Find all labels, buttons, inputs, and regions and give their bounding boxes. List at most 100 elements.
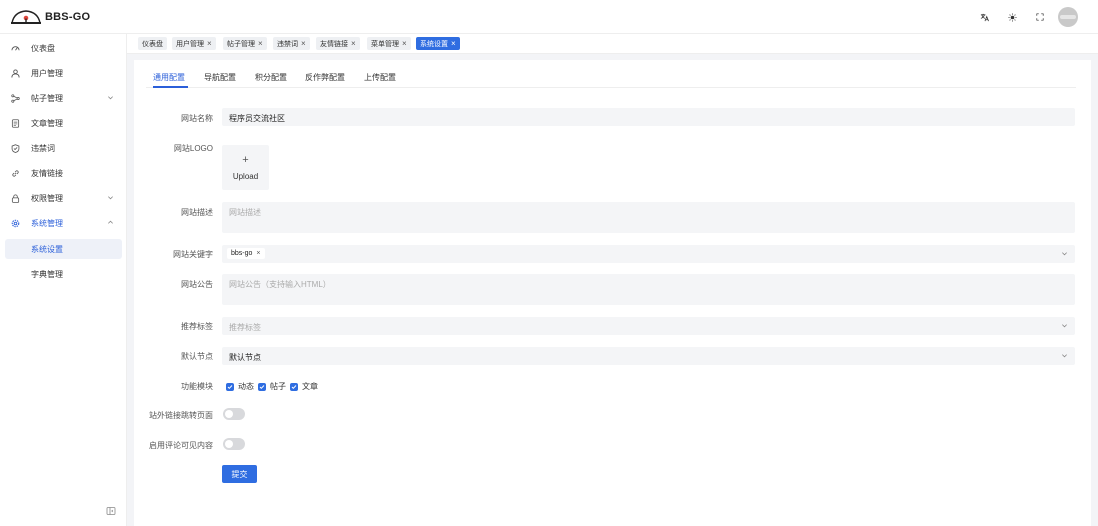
app-title: BBS-GO: [45, 11, 91, 23]
comment-visible-switch[interactable]: [223, 438, 245, 450]
check-icon: [227, 384, 233, 389]
comment-visible-label: 启用评论可见内容: [149, 441, 213, 450]
checkbox-moments[interactable]: [226, 382, 234, 391]
sidebar-item-users[interactable]: 用户管理: [5, 63, 122, 83]
tab-forbidden-words[interactable]: 违禁词 ×: [273, 37, 310, 50]
document-icon: [11, 118, 20, 128]
default-node-value: 默认节点: [229, 353, 261, 362]
external-link-label: 站外链接跳转页面: [149, 411, 213, 420]
check-icon: [259, 384, 265, 389]
sidebar-item-forbidden-words[interactable]: 违禁词: [5, 138, 122, 158]
sidebar-item-label: 违禁词: [31, 143, 55, 153]
theme-sun-icon[interactable]: [998, 7, 1026, 27]
tab-system-settings[interactable]: 系统设置 ×: [416, 37, 460, 50]
sidebar-item-system-settings[interactable]: 系统设置: [5, 239, 122, 259]
recommend-tags-label: 推荐标签: [181, 322, 213, 331]
chevron-down-icon: [1062, 252, 1067, 256]
tab-label: 菜单管理: [371, 40, 399, 48]
close-icon[interactable]: ×: [451, 39, 456, 48]
sidebar-item-links[interactable]: 友情链接: [5, 163, 122, 183]
sidebar-item-label: 仪表盘: [31, 43, 55, 53]
sidebar-item-label: 字典管理: [31, 269, 63, 279]
default-node-select[interactable]: 默认节点: [222, 347, 1075, 365]
checkbox-topics[interactable]: [258, 382, 266, 391]
tab-anti-cheat[interactable]: 反作弊配置: [305, 72, 345, 83]
tab-links[interactable]: 友情链接 ×: [316, 37, 360, 50]
share-icon: [11, 93, 20, 103]
sidebar-item-articles[interactable]: 文章管理: [5, 113, 122, 133]
tab-topics[interactable]: 帖子管理 ×: [223, 37, 267, 50]
chevron-down-icon: [1062, 324, 1067, 328]
sidebar-item-label: 用户管理: [31, 68, 63, 78]
site-notice-textarea[interactable]: 网站公告（支持输入HTML）: [222, 274, 1075, 305]
close-icon[interactable]: ×: [402, 39, 407, 48]
chevron-down-icon: [108, 96, 113, 100]
checkbox-articles[interactable]: [290, 382, 298, 391]
tab-label: 违禁词: [277, 40, 298, 48]
checkbox-label: 文章: [302, 382, 318, 391]
dashboard-icon: [11, 44, 20, 53]
active-tab-indicator: [153, 86, 188, 88]
plus-icon: +: [242, 154, 249, 166]
close-icon[interactable]: ×: [207, 39, 212, 48]
user-icon: [11, 68, 20, 78]
close-icon[interactable]: ×: [301, 39, 306, 48]
modules-checkbox-group: 动态 帖子 文章: [226, 381, 322, 392]
sidebar-item-label: 权限管理: [31, 193, 63, 203]
close-icon[interactable]: ×: [258, 39, 263, 48]
sidebar-item-label: 帖子管理: [31, 93, 63, 103]
chevron-down-icon: [1062, 354, 1067, 358]
recommend-tags-placeholder: 推荐标签: [229, 323, 261, 332]
site-desc-textarea[interactable]: 网站描述: [222, 202, 1075, 233]
checkbox-label: 帖子: [270, 382, 286, 391]
tab-label: 系统设置: [420, 40, 448, 48]
sidebar-item-topics[interactable]: 帖子管理: [5, 88, 122, 108]
app-logo[interactable]: BBS-GO: [10, 8, 90, 26]
tab-label: 友情链接: [320, 40, 348, 48]
sidebar: 仪表盘 用户管理 帖子管理 文章管理 违禁词 友情链接 权限管理 系统管理 系统…: [0, 34, 127, 526]
tab-dashboard[interactable]: 仪表盘: [138, 37, 167, 50]
site-desc-placeholder: 网站描述: [229, 208, 261, 217]
logo-upload-button[interactable]: + Upload: [222, 145, 269, 190]
site-logo-label: 网站LOGO: [173, 144, 213, 153]
user-avatar[interactable]: [1058, 7, 1078, 27]
site-name-input[interactable]: 程序员交流社区: [222, 108, 1075, 126]
tab-bar: 仪表盘 用户管理 × 帖子管理 × 违禁词 × 友情链接 × 菜单管理 × 系统设置 ×: [127, 34, 1098, 54]
external-link-switch[interactable]: [223, 408, 245, 420]
site-keywords-select[interactable]: bbs-go ×: [222, 245, 1075, 263]
sidebar-item-dictionary[interactable]: 字典管理: [5, 264, 122, 284]
site-notice-placeholder: 网站公告（支持输入HTML）: [229, 280, 331, 289]
recommend-tags-select[interactable]: 推荐标签: [222, 317, 1075, 335]
link-icon: [11, 169, 20, 178]
lock-icon: [11, 194, 20, 203]
translate-icon[interactable]: [970, 7, 998, 27]
submit-button[interactable]: 提交: [222, 465, 257, 483]
close-icon[interactable]: ×: [351, 39, 356, 48]
keyword-tag: bbs-go ×: [227, 248, 265, 259]
logo-icon: [11, 10, 41, 24]
tab-label: 仪表盘: [142, 40, 163, 48]
tab-upload[interactable]: 上传配置: [364, 72, 396, 83]
collapse-icon[interactable]: [106, 506, 116, 516]
tab-score[interactable]: 积分配置: [255, 72, 287, 83]
tab-users[interactable]: 用户管理 ×: [172, 37, 216, 50]
close-icon[interactable]: ×: [256, 250, 260, 257]
chevron-down-icon: [108, 196, 113, 200]
site-notice-label: 网站公告: [181, 280, 213, 289]
tab-navigation[interactable]: 导航配置: [204, 72, 236, 83]
modules-label: 功能模块: [181, 382, 213, 391]
sidebar-item-dashboard[interactable]: 仪表盘: [5, 38, 122, 58]
header-actions: [970, 7, 1078, 27]
site-desc-label: 网站描述: [181, 208, 213, 217]
sidebar-item-permissions[interactable]: 权限管理: [5, 188, 122, 208]
sidebar-item-label: 友情链接: [31, 168, 63, 178]
gear-icon: [11, 219, 20, 228]
sidebar-item-label: 文章管理: [31, 118, 63, 128]
site-name-label: 网站名称: [181, 114, 213, 123]
sidebar-item-system[interactable]: 系统管理: [5, 213, 122, 233]
tab-label: 用户管理: [176, 40, 204, 48]
shield-icon: [11, 143, 20, 153]
tab-menus[interactable]: 菜单管理 ×: [367, 37, 411, 50]
fullscreen-icon[interactable]: [1026, 7, 1054, 27]
tab-general[interactable]: 通用配置: [153, 72, 185, 83]
